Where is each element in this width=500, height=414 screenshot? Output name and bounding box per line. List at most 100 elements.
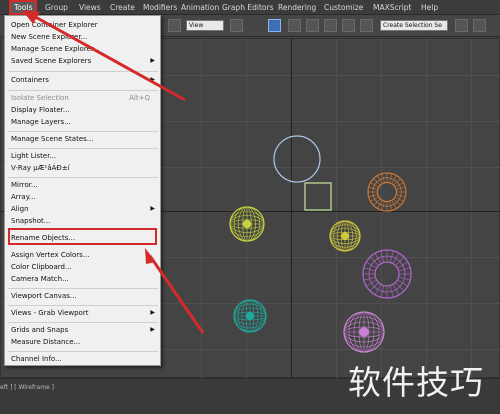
menu-item-channel-info[interactable]: Channel Info... <box>5 353 160 365</box>
menu-item-label: Mirror... <box>11 181 38 189</box>
torus-purple[interactable] <box>362 249 412 299</box>
menu-graph-editors[interactable]: Graph Editors <box>222 3 274 12</box>
mirror-icon[interactable] <box>455 19 468 32</box>
menu-item-label: Manage Layers... <box>11 118 71 126</box>
wire-line <box>370 196 379 202</box>
menu-item-label: Containers <box>11 76 49 84</box>
menu-item-label: Light Lister... <box>11 152 57 160</box>
sphere-orange[interactable] <box>367 172 407 212</box>
menu-item-containers[interactable]: Containers ▶ <box>5 74 160 86</box>
menu-item-manage-scene-states[interactable]: Manage Scene States... <box>5 133 160 145</box>
menu-item-assign-vertex-colors[interactable]: Assign Vertex Colors... <box>5 249 160 261</box>
menu-rendering[interactable]: Rendering <box>278 3 316 12</box>
menu-item-label: Saved Scene Explorers <box>11 57 92 65</box>
pivot-icon[interactable] <box>230 19 243 32</box>
keyboard-shortcut-icon[interactable] <box>288 19 301 32</box>
menu-item-camera-match[interactable]: Camera Match... <box>5 273 160 285</box>
menu-item-display-floater[interactable]: Display Floater... <box>5 104 160 116</box>
menu-item-grids-and-snaps[interactable]: Grids and Snaps ▶ <box>5 324 160 336</box>
menu-tools[interactable]: Tools <box>8 0 38 15</box>
menu-item-vray-light-lister[interactable]: V-Ray µÆ¹âÁÐ±í <box>5 162 160 174</box>
menu-item-label: Align <box>11 205 29 213</box>
wire-line <box>395 256 405 266</box>
circle-outline[interactable] <box>273 135 321 183</box>
wire-line <box>366 261 377 269</box>
wire-line <box>377 175 383 184</box>
menu-item-label: Display Floater... <box>11 106 70 114</box>
sphere-gold[interactable] <box>329 220 361 252</box>
menu-modifiers[interactable]: Modifiers <box>143 3 177 12</box>
menu-item-viewport-canvas[interactable]: Viewport Canvas... <box>5 290 160 302</box>
menu-item-label: Rename Objects... <box>11 234 76 242</box>
menu-separator <box>8 322 158 323</box>
menu-views[interactable]: Views <box>79 3 101 12</box>
menu-item-light-lister[interactable]: Light Lister... <box>5 150 160 162</box>
wire-line <box>366 279 377 287</box>
menu-animation[interactable]: Animation <box>181 3 219 12</box>
angle-snap-icon[interactable] <box>324 19 337 32</box>
sphere-teal[interactable] <box>233 299 267 333</box>
manipulate-icon[interactable] <box>268 19 281 32</box>
menu-item-label: Manage Scene States... <box>11 135 94 143</box>
menu-item-label: Channel Info... <box>11 355 62 363</box>
menu-item-label: V-Ray µÆ¹âÁÐ±í <box>11 164 70 172</box>
menu-item-snapshot[interactable]: Snapshot... <box>5 215 160 227</box>
menu-item-manage-scene-explorer[interactable]: Manage Scene Explorer... <box>5 43 160 55</box>
snap-icon[interactable] <box>306 19 319 32</box>
menu-item-label: Open Container Explorer <box>11 21 98 29</box>
menu-separator <box>8 177 158 178</box>
menu-item-label: Assign Vertex Colors... <box>11 251 90 259</box>
box-outline[interactable] <box>304 182 332 211</box>
menu-item-mirror[interactable]: Mirror... <box>5 179 160 191</box>
percent-snap-icon[interactable] <box>342 19 355 32</box>
menu-item-manage-layers[interactable]: Manage Layers... <box>5 116 160 128</box>
menu-item-label: Array... <box>11 193 36 201</box>
menu-item-open-container-explorer[interactable]: Open Container Explorer <box>5 19 160 31</box>
menu-item-saved-scene-explorers[interactable]: Saved Scene Explorers ▶ <box>5 55 160 67</box>
submenu-arrow-icon: ▶ <box>150 309 155 316</box>
menu-separator <box>8 229 158 230</box>
submenu-arrow-icon: ▶ <box>150 57 155 64</box>
submenu-arrow-icon: ▶ <box>150 326 155 333</box>
named-selection-set-field[interactable]: Create Selection Se <box>380 20 448 31</box>
wire-line <box>374 284 382 295</box>
reference-coord-select[interactable]: View <box>186 20 224 31</box>
menu-item-rename-objects[interactable]: Rename Objects... <box>5 232 160 244</box>
wire-line <box>397 279 408 287</box>
menu-item-label: Measure Distance... <box>11 338 81 346</box>
menu-item-label: Camera Match... <box>11 275 69 283</box>
menu-separator <box>8 131 158 132</box>
menu-item-new-scene-explorer[interactable]: New Scene Explorer... <box>5 31 160 43</box>
spinner-snap-icon[interactable] <box>360 19 373 32</box>
wire-line <box>377 200 383 209</box>
sphere-pink[interactable] <box>343 311 385 353</box>
menu-separator <box>8 305 158 306</box>
wire-line <box>395 282 405 292</box>
menu-item-array[interactable]: Array... <box>5 191 160 203</box>
menu-maxscript[interactable]: MAXScript <box>373 3 412 12</box>
menu-separator <box>8 351 158 352</box>
menu-item-views-grab-viewport[interactable]: Views - Grab Viewport ▶ <box>5 307 160 319</box>
menu-item-label: Manage Scene Explorer... <box>11 45 100 53</box>
menu-create[interactable]: Create <box>110 3 135 12</box>
menu-item-label: Viewport Canvas... <box>11 292 77 300</box>
wire-line <box>359 327 369 337</box>
menu-customize[interactable]: Customize <box>324 3 363 12</box>
menu-item-color-clipboard[interactable]: Color Clipboard... <box>5 261 160 273</box>
menu-group[interactable]: Group <box>45 3 68 12</box>
menu-item-measure-distance[interactable]: Measure Distance... <box>5 336 160 348</box>
menu-separator <box>8 148 158 149</box>
wire-line <box>391 175 397 184</box>
sphere-yellow[interactable] <box>229 206 265 242</box>
menu-item-label: Isolate Selection <box>11 94 69 102</box>
menu-help[interactable]: Help <box>421 3 438 12</box>
menu-bar: Tools Group Views Create Modifiers Anima… <box>0 0 500 15</box>
menu-separator <box>8 71 158 72</box>
submenu-arrow-icon: ▶ <box>150 205 155 212</box>
select-icon[interactable] <box>168 19 181 32</box>
align-icon[interactable] <box>473 19 486 32</box>
wire-line <box>374 261 400 287</box>
viewport-label[interactable]: eft ] [ Wireframe ] <box>0 384 54 391</box>
wire-line <box>369 256 379 266</box>
menu-item-align[interactable]: Align ▶ <box>5 203 160 215</box>
